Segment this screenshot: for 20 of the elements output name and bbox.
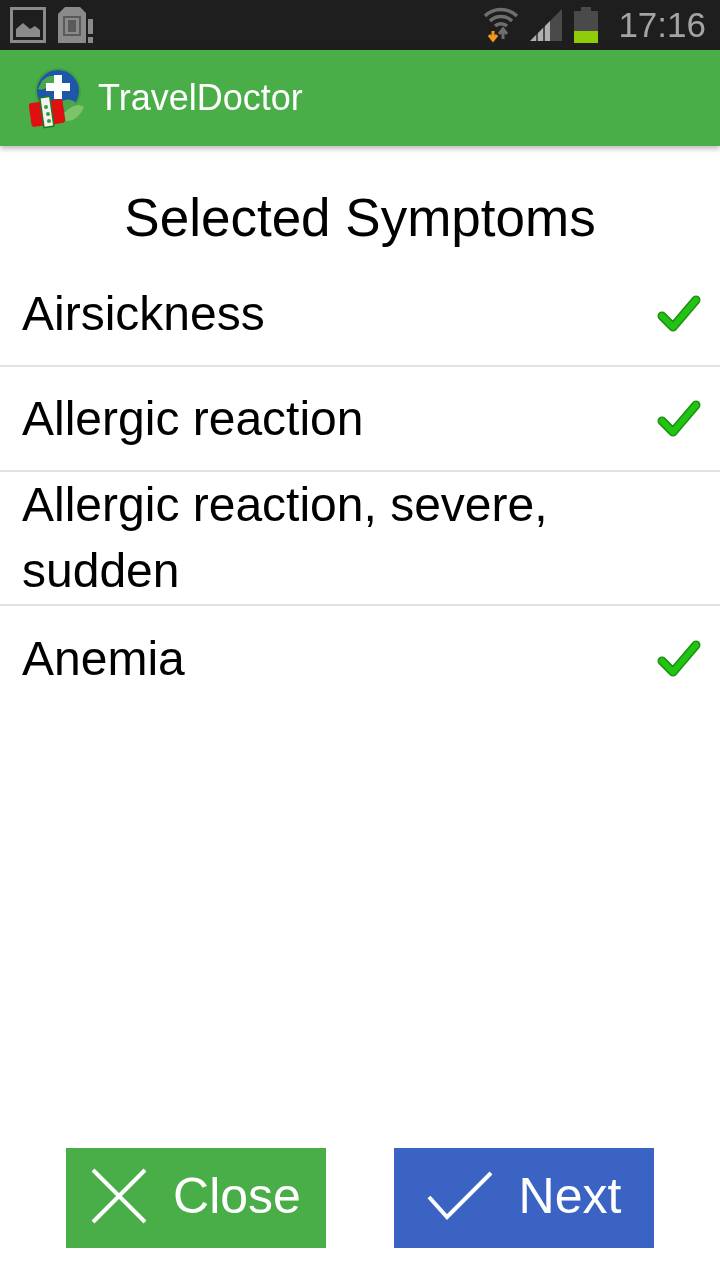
check-icon [426, 1171, 493, 1221]
symptom-name: Anemia [22, 630, 186, 687]
symptom-row[interactable]: Anemia [0, 606, 720, 711]
symptom-name: Airsickness [22, 285, 266, 342]
symptom-name: Allergic reaction [22, 390, 365, 447]
wifi-icon [484, 7, 519, 43]
close-icon [91, 1168, 148, 1224]
next-button[interactable]: Next [394, 1148, 654, 1248]
symptom-row[interactable]: Airsickness [0, 262, 720, 367]
page-heading: Selected Symptoms [123, 187, 597, 249]
app-title: TravelDoctor [98, 77, 303, 119]
status-time: 17:16 [618, 5, 706, 45]
signal-icon [530, 9, 563, 41]
symptom-row[interactable]: Allergic reaction, severe, sudden [0, 472, 720, 606]
symptom-name: Allergic reaction, severe, sudden [22, 477, 549, 599]
sd-card-alert-icon [58, 7, 93, 43]
symptom-row[interactable]: Allergic reaction [0, 367, 720, 472]
battery-icon [574, 7, 599, 43]
picture-icon [10, 7, 46, 43]
globe-suitcase-logo [28, 67, 84, 129]
